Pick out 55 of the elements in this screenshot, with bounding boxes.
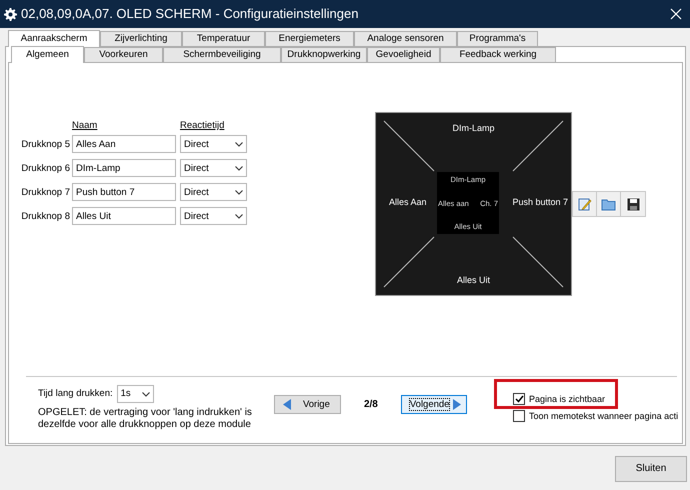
- triangle-right-icon: [453, 399, 462, 410]
- reaction-dropdown[interactable]: Direct: [180, 135, 247, 154]
- tab[interactable]: Gevoeligheid: [367, 47, 440, 62]
- window-title: 02,08,09,0A,07. OLED SCHERM - Configuratieinstellingen: [21, 6, 358, 22]
- checkbox[interactable]: [513, 410, 525, 422]
- chevron-down-icon: [235, 142, 243, 147]
- tab[interactable]: Programma's: [457, 31, 538, 46]
- column-header: Reactietijd: [180, 120, 224, 132]
- screen-label: DIm-Lamp: [451, 123, 496, 134]
- field-label: Tijd lang drukken:: [38, 388, 113, 400]
- warning-text: dezelfde voor alle drukknoppen op deze module: [38, 419, 252, 431]
- tab[interactable]: Analoge sensoren: [354, 31, 457, 46]
- tab[interactable]: Aanraakscherm: [8, 30, 100, 47]
- checkbox[interactable]: [513, 393, 525, 405]
- folder-icon: [601, 198, 616, 210]
- field-label: Drukknop 8: [20, 210, 70, 222]
- screen-label: Alles Aan: [389, 197, 427, 208]
- next-button[interactable]: Volgende: [400, 395, 467, 414]
- previous-button[interactable]: Vorige: [274, 395, 341, 414]
- name-field[interactable]: Push button 7: [72, 183, 176, 202]
- column-header: Naam: [72, 120, 98, 132]
- warning-text: OPGELET: de vertraging voor 'lang indrukken' is: [38, 407, 252, 419]
- triangle-left-icon: [282, 399, 291, 410]
- screen-label: Push button 7: [512, 197, 568, 208]
- save-icon: [626, 198, 640, 210]
- page-indicator: 2/8: [364, 398, 378, 410]
- long-press-dropdown[interactable]: 1s: [116, 385, 154, 403]
- reaction-dropdown[interactable]: Direct: [180, 183, 247, 202]
- field-label: Drukknop 5: [20, 138, 70, 150]
- chevron-down-icon: [235, 190, 243, 195]
- close-icon[interactable]: [670, 8, 682, 20]
- tab[interactable]: Zijverlichting: [100, 31, 182, 46]
- reaction-dropdown[interactable]: Direct: [180, 159, 247, 178]
- name-field[interactable]: Alles Uit: [72, 207, 176, 226]
- tab[interactable]: Voorkeuren: [84, 47, 163, 62]
- tab[interactable]: Energiemeters: [265, 31, 354, 46]
- field-label: Drukknop 7: [20, 186, 70, 198]
- chevron-down-icon: [235, 214, 243, 219]
- reaction-dropdown[interactable]: Direct: [180, 207, 247, 226]
- edit-icon: [578, 197, 592, 211]
- tab[interactable]: Algemeen: [11, 46, 84, 63]
- field-label: Drukknop 6: [20, 162, 70, 174]
- tab[interactable]: Temperatuur: [182, 31, 265, 46]
- gear-icon: [4, 8, 17, 20]
- chevron-down-icon: [235, 166, 243, 171]
- chevron-down-icon: [142, 392, 150, 396]
- checkbox-label: Toon memotekst wanneer pagina acti: [529, 410, 678, 422]
- screen-label: Alles Uit: [456, 275, 491, 286]
- close-button[interactable]: Sluiten: [615, 456, 687, 482]
- name-field[interactable]: DIm-Lamp: [72, 159, 176, 178]
- tab[interactable]: Drukknopwerking: [281, 47, 367, 62]
- tab[interactable]: Schermbeveiliging: [163, 47, 281, 62]
- checkbox-label: Pagina is zichtbaar: [529, 394, 606, 404]
- tab[interactable]: Feedback werking: [440, 47, 556, 62]
- name-field[interactable]: Alles Aan: [72, 135, 176, 154]
